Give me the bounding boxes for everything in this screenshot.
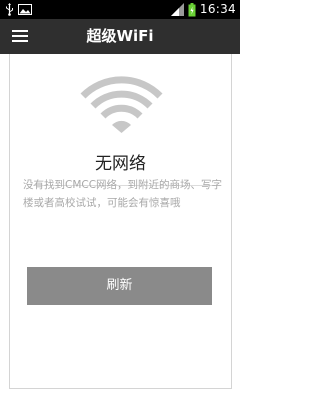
- bottom-strip: [0, 389, 240, 398]
- menu-icon[interactable]: [12, 28, 30, 45]
- battery-icon: [188, 2, 196, 16]
- status-time: 16:34: [199, 2, 236, 16]
- message-text: 没有找到CMCC网络，到附近的商场、写字楼或者高校试试，可能会有惊喜哦: [23, 179, 223, 209]
- screen: 16:34 超级WiFi 无网络 没有找到CMCC网络，到附近的商场、写字楼或者…: [0, 0, 240, 398]
- signal-icon: [170, 3, 184, 16]
- app-title: 超级WiFi: [86, 27, 154, 45]
- status-bar: 16:34: [0, 0, 240, 19]
- title-bar: 超级WiFi: [0, 19, 240, 54]
- content-card: 无网络 没有找到CMCC网络，到附近的商场、写字楼或者高校试试，可能会有惊喜哦 …: [9, 54, 232, 389]
- status-left-icons: [5, 2, 32, 17]
- image-icon: [18, 4, 32, 15]
- wifi-icon: [80, 76, 163, 133]
- refresh-button[interactable]: 刷新: [27, 267, 212, 305]
- status-title: 无网络: [95, 154, 146, 174]
- status-right: 16:34: [170, 1, 236, 18]
- usb-icon: [6, 3, 13, 16]
